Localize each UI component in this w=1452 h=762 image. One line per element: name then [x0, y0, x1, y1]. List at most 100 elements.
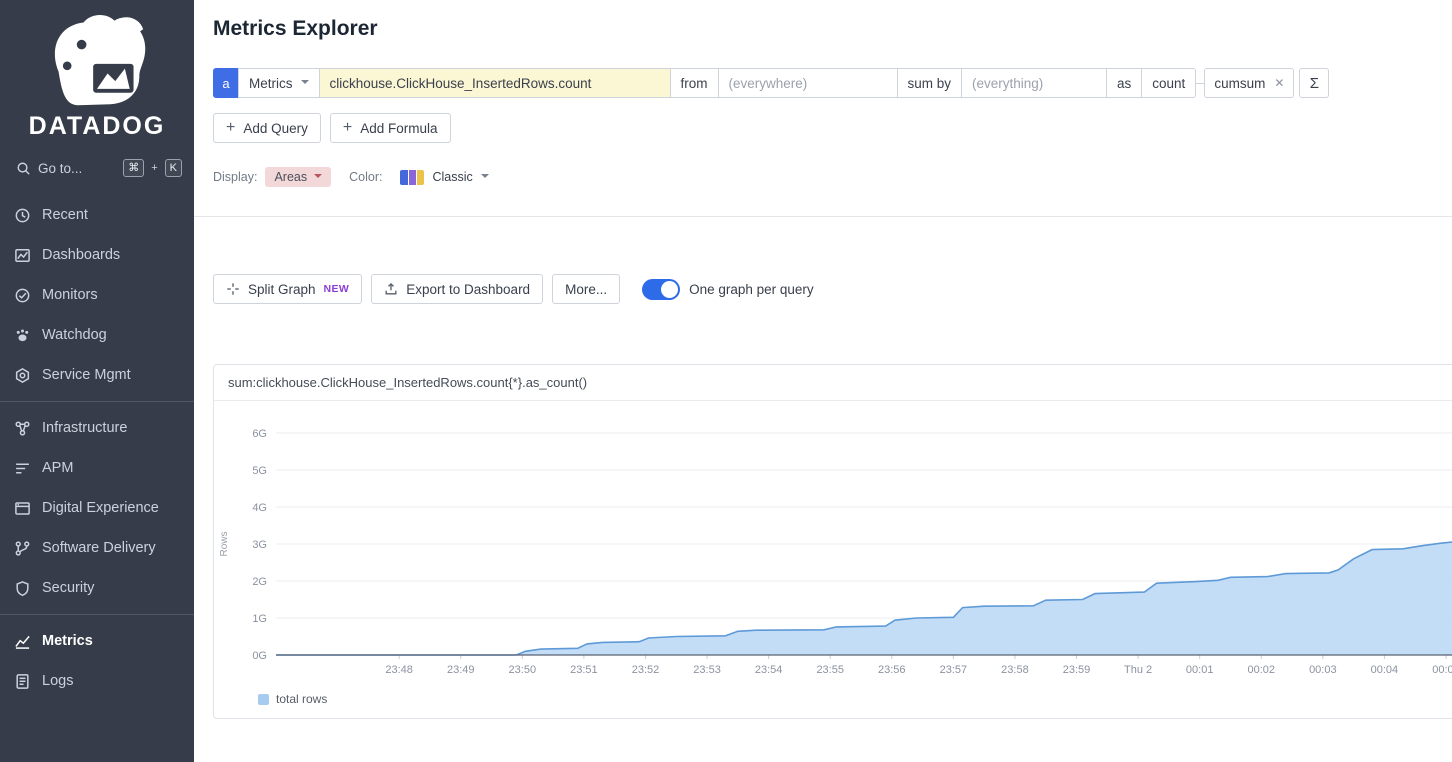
logs-icon: [14, 673, 31, 690]
export-to-dashboard-button[interactable]: Export to Dashboard: [371, 274, 543, 304]
search-icon: [16, 161, 31, 176]
svg-text:23:59: 23:59: [1063, 664, 1091, 676]
svg-text:5G: 5G: [252, 465, 267, 477]
svg-text:00:02: 00:02: [1247, 664, 1275, 676]
sidebar-item-label: Metrics: [42, 633, 93, 649]
sidebar-item-software-delivery[interactable]: Software Delivery: [0, 528, 194, 568]
sidebar-item-label: Watchdog: [42, 327, 107, 343]
svg-text:00:03: 00:03: [1309, 664, 1337, 676]
svg-text:23:55: 23:55: [816, 664, 844, 676]
sidebar-item-infrastructure[interactable]: Infrastructure: [0, 408, 194, 448]
display-options: Display: Areas Color: Classic: [213, 167, 1452, 187]
add-function-sigma-button[interactable]: Σ: [1299, 68, 1329, 98]
display-label: Display:: [213, 170, 257, 184]
from-placeholder: (everywhere): [729, 76, 808, 91]
plus-icon: +: [343, 120, 352, 136]
goto-label: Go to...: [38, 161, 82, 176]
sidebar: DATADOG Go to... ⌘ + K Recent Dashboards: [0, 0, 194, 762]
chevron-down-icon: [481, 173, 489, 181]
sidebar-item-label: Service Mgmt: [42, 367, 131, 383]
svg-text:23:58: 23:58: [1001, 664, 1029, 676]
main-content: Metrics Explorer a Metrics clickhouse.Cl…: [194, 0, 1452, 762]
software-delivery-icon: [14, 540, 31, 557]
sidebar-item-label: Software Delivery: [42, 540, 156, 556]
color-palette-swatch[interactable]: [400, 170, 424, 185]
section-divider: [194, 216, 1452, 217]
legend-swatch[interactable]: [258, 694, 269, 705]
split-graph-label: Split Graph: [248, 282, 316, 297]
sidebar-item-monitors[interactable]: Monitors: [0, 275, 194, 315]
svg-text:23:53: 23:53: [693, 664, 721, 676]
sidebar-item-label: Recent: [42, 207, 88, 223]
metrics-source-label: Metrics: [249, 76, 293, 91]
page-title: Metrics Explorer: [194, 0, 1452, 41]
sidebar-item-digital-experience[interactable]: Digital Experience: [0, 488, 194, 528]
metrics-area-chart[interactable]: 0G1G2G3G4G5G6GRows23:4823:4923:5023:5123…: [214, 409, 1452, 685]
svg-text:23:52: 23:52: [632, 664, 660, 676]
query-letter-badge: a: [213, 68, 239, 98]
sidebar-item-security[interactable]: Security: [0, 568, 194, 608]
svg-text:23:49: 23:49: [447, 664, 475, 676]
metrics-icon: [14, 633, 31, 650]
cmd-key: ⌘: [123, 159, 144, 177]
legend-label[interactable]: total rows: [276, 692, 327, 706]
toggle-knob: [661, 281, 678, 298]
export-label: Export to Dashboard: [406, 282, 530, 297]
goto-search[interactable]: Go to... ⌘ + K: [0, 145, 194, 189]
display-type-dropdown[interactable]: Areas: [265, 167, 331, 187]
chevron-down-icon: [301, 79, 309, 87]
sidebar-item-apm[interactable]: APM: [0, 448, 194, 488]
split-graph-icon: [226, 282, 240, 296]
plus-icon: +: [226, 120, 235, 136]
sum-by-placeholder: (everything): [972, 76, 1043, 91]
as-count-dropdown[interactable]: count: [1141, 68, 1196, 98]
sidebar-item-dashboards[interactable]: Dashboards: [0, 235, 194, 275]
k-key: K: [165, 159, 182, 177]
query-builder: a Metrics clickhouse.ClickHouse_Inserted…: [213, 68, 1452, 98]
sidebar-item-label: Infrastructure: [42, 420, 127, 436]
sidebar-item-label: Security: [42, 580, 94, 596]
infrastructure-icon: [14, 420, 31, 437]
sum-by-input[interactable]: (everything): [961, 68, 1107, 98]
sidebar-divider: [0, 401, 194, 402]
sidebar-item-metrics[interactable]: Metrics: [0, 621, 194, 661]
chevron-down-icon: [314, 173, 322, 181]
chart-query-title: sum:clickhouse.ClickHouse_InsertedRows.c…: [214, 365, 1452, 401]
datadog-logo[interactable]: DATADOG: [0, 0, 194, 145]
svg-text:23:54: 23:54: [755, 664, 783, 676]
svg-text:2G: 2G: [252, 576, 267, 588]
sidebar-item-watchdog[interactable]: Watchdog: [0, 315, 194, 355]
function-connector: [1196, 83, 1204, 84]
svg-text:Thu 2: Thu 2: [1124, 664, 1152, 676]
sidebar-item-recent[interactable]: Recent: [0, 195, 194, 235]
metrics-source-dropdown[interactable]: Metrics: [238, 68, 320, 98]
export-icon: [384, 282, 398, 296]
from-scope-input[interactable]: (everywhere): [718, 68, 898, 98]
sidebar-divider: [0, 614, 194, 615]
graph-toolbar: Split Graph NEW Export to Dashboard More…: [213, 274, 1452, 304]
remove-function-icon[interactable]: ✕: [1274, 76, 1284, 90]
svg-text:00:04: 00:04: [1371, 664, 1399, 676]
display-type-value: Areas: [274, 170, 307, 184]
datadog-dog-icon: [38, 10, 156, 110]
more-button[interactable]: More...: [552, 274, 620, 304]
add-formula-button[interactable]: + Add Formula: [330, 113, 451, 143]
sidebar-item-label: Digital Experience: [42, 500, 159, 516]
one-graph-per-query-toggle[interactable]: One graph per query: [642, 279, 814, 300]
watchdog-icon: [14, 327, 31, 344]
metric-name-input[interactable]: clickhouse.ClickHouse_InsertedRows.count: [319, 68, 671, 98]
cumsum-function-chip[interactable]: cumsum ✕: [1204, 68, 1294, 98]
add-query-button[interactable]: + Add Query: [213, 113, 321, 143]
split-graph-button[interactable]: Split Graph NEW: [213, 274, 362, 304]
key-separator: +: [151, 162, 157, 174]
sidebar-item-logs[interactable]: Logs: [0, 661, 194, 701]
add-query-label: Add Query: [243, 121, 308, 136]
color-palette-dropdown[interactable]: Classic: [432, 170, 472, 184]
sidebar-item-label: Logs: [42, 673, 73, 689]
toggle-switch[interactable]: [642, 279, 680, 300]
color-label: Color:: [349, 170, 382, 184]
sidebar-item-service-mgmt[interactable]: Service Mgmt: [0, 355, 194, 395]
recent-icon: [14, 207, 31, 224]
query-actions: + Add Query + Add Formula: [213, 113, 1452, 143]
chart-area: 0G1G2G3G4G5G6GRows23:4823:4923:5023:5123…: [214, 401, 1452, 688]
